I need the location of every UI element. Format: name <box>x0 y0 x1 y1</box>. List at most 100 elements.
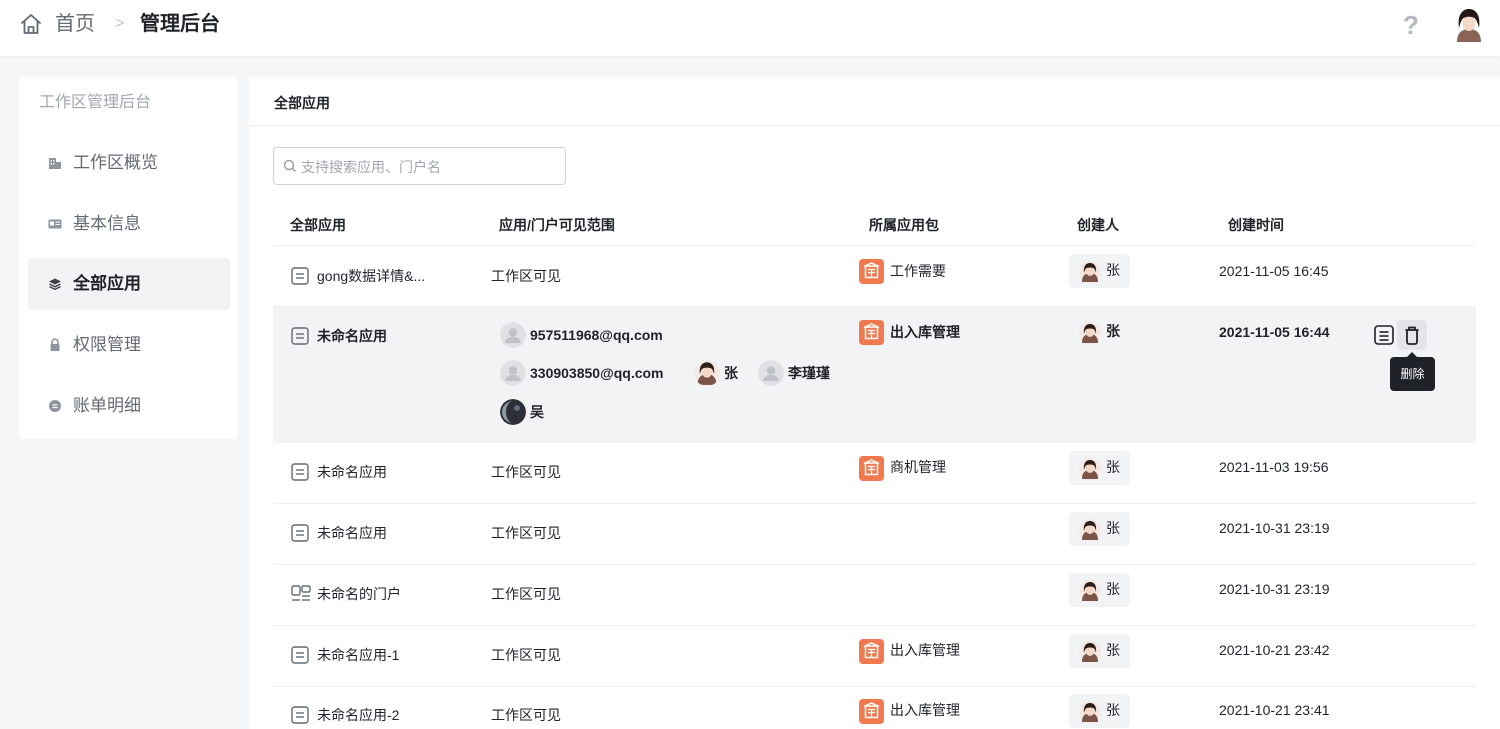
member-name: 张 <box>724 365 738 381</box>
creator-avatar <box>1079 458 1101 480</box>
default-avatar-icon <box>500 360 526 386</box>
building-icon <box>49 158 61 169</box>
creator-name: 张 <box>1106 642 1120 658</box>
creator-name: 张 <box>1106 323 1120 339</box>
created-time: 2021-10-31 23:19 <box>1219 581 1330 597</box>
scope-text: 工作区可见 <box>491 268 561 284</box>
creator-tag: 张 <box>1069 512 1130 546</box>
detail-icon[interactable] <box>1371 320 1397 350</box>
column-header-scope: 应用/门户可见范围 <box>499 217 615 233</box>
created-time: 2021-10-21 23:42 <box>1219 642 1330 658</box>
created-time: 2021-10-21 23:41 <box>1219 702 1330 718</box>
created-time: 2021-11-05 16:44 <box>1219 324 1330 340</box>
search-icon <box>283 159 296 172</box>
user-avatar[interactable] <box>1453 6 1485 42</box>
sidebar-title: 工作区管理后台 <box>39 94 152 111</box>
table-row[interactable]: 未命名应用-2 工作区可见 出入库管理 张 2021-10-21 23:41 <box>273 687 1476 729</box>
scope-text: 工作区可见 <box>491 464 561 480</box>
package-name: 出入库管理 <box>890 642 960 658</box>
portal-icon <box>291 585 311 603</box>
sidebar-item-overview[interactable]: 工作区概览 <box>28 137 230 189</box>
package-icon <box>859 456 884 481</box>
member-avatar <box>500 399 526 425</box>
search-box[interactable] <box>273 147 566 185</box>
table-row[interactable]: 未命名的门户 工作区可见 张 2021-10-31 23:19 <box>273 565 1476 626</box>
package-name: 出入库管理 <box>890 702 960 718</box>
sidebar-item-permissions[interactable]: 权限管理 <box>28 319 230 371</box>
table-row[interactable]: 未命名应用 957511968@qq.com 330903850@qq.com … <box>273 307 1476 443</box>
package-name: 工作需要 <box>890 263 946 279</box>
creator-name: 张 <box>1106 520 1120 536</box>
sidebar-item-label: 权限管理 <box>73 335 141 354</box>
creator-tag: 张 <box>1069 573 1130 607</box>
creator-name: 张 <box>1106 262 1120 278</box>
creator-tag: 张 <box>1069 315 1130 349</box>
column-header-creator: 创建人 <box>1077 217 1119 233</box>
creator-name: 张 <box>1106 581 1120 597</box>
sidebar-item-label: 账单明细 <box>73 396 141 415</box>
coin-icon <box>49 400 61 412</box>
creator-tag: 张 <box>1069 694 1130 728</box>
member-avatar <box>694 360 720 386</box>
sidebar-item-billing[interactable]: 账单明细 <box>28 380 230 432</box>
sidebar-item-all-apps[interactable]: 全部应用 <box>28 258 230 310</box>
package-icon <box>859 259 884 284</box>
package-icon <box>859 699 884 724</box>
created-time: 2021-10-31 23:19 <box>1219 520 1330 536</box>
breadcrumb-home[interactable]: 首页 <box>55 11 95 37</box>
divider <box>249 125 1500 126</box>
sidebar-item-basic-info[interactable]: 基本信息 <box>28 198 230 250</box>
column-header-app: 全部应用 <box>290 217 346 233</box>
member-name: 吴 <box>530 404 544 420</box>
table-row[interactable]: 未命名应用-1 工作区可见 出入库管理 张 2021-10-21 23:42 <box>273 626 1476 687</box>
portal-name[interactable]: 未命名的门户 <box>317 584 401 604</box>
app-name[interactable]: 未命名应用 <box>317 523 387 543</box>
app-icon <box>291 267 309 285</box>
package-icon <box>859 639 884 664</box>
app-name[interactable]: 未命名应用-2 <box>317 705 399 725</box>
app-name[interactable]: 未命名应用 <box>317 462 387 482</box>
page-title: 全部应用 <box>274 95 330 111</box>
scope-text: 工作区可见 <box>491 525 561 541</box>
creator-tag: 张 <box>1069 254 1130 288</box>
creator-tag: 张 <box>1069 634 1130 668</box>
app-name[interactable]: gong数据详情&... <box>317 266 425 286</box>
created-time: 2021-11-03 19:56 <box>1219 459 1329 475</box>
app-icon <box>291 327 309 345</box>
app-name[interactable]: 未命名应用 <box>317 326 387 346</box>
scope-text: 工作区可见 <box>491 707 561 723</box>
top-header: 首页 > 管理后台 ? <box>0 0 1500 56</box>
breadcrumb-current: 管理后台 <box>140 13 220 35</box>
delete-tooltip: 删除 <box>1390 357 1435 391</box>
creator-avatar <box>1079 641 1101 663</box>
table-row[interactable]: 未命名应用 工作区可见 张 2021-10-31 23:19 <box>273 504 1476 565</box>
creator-name: 张 <box>1106 702 1120 718</box>
creator-avatar <box>1079 261 1101 283</box>
package-icon <box>859 320 884 345</box>
creator-avatar <box>1079 322 1101 344</box>
delete-button[interactable] <box>1397 320 1427 350</box>
sidebar-item-label: 工作区概览 <box>73 153 158 172</box>
member-name: 李瑾瑾 <box>788 365 830 381</box>
member-name: 957511968@qq.com <box>530 327 663 343</box>
creator-name: 张 <box>1106 459 1120 475</box>
layers-icon <box>49 278 61 291</box>
table-row[interactable]: gong数据详情&... 工作区可见 工作需要 张 2021-11-05 16:… <box>273 246 1476 307</box>
home-icon[interactable] <box>18 11 44 37</box>
search-input[interactable] <box>301 157 561 177</box>
member-name: 330903850@qq.com <box>530 365 664 381</box>
table-row[interactable]: 未命名应用 工作区可见 商机管理 张 2021-11-03 19:56 <box>273 443 1476 504</box>
scope-text: 工作区可见 <box>491 586 561 602</box>
app-icon <box>291 706 309 724</box>
main-panel: 全部应用 全部应用 应用/门户可见范围 所属应用包 创建人 创建时间 gong数… <box>249 77 1500 729</box>
app-icon <box>291 524 309 542</box>
help-icon[interactable]: ? <box>1400 10 1422 40</box>
app-icon <box>291 646 309 664</box>
app-name[interactable]: 未命名应用-1 <box>317 645 399 665</box>
trash-icon <box>1405 326 1419 345</box>
column-header-time: 创建时间 <box>1228 217 1284 233</box>
default-avatar-icon <box>758 360 784 386</box>
creator-tag: 张 <box>1069 451 1130 485</box>
lock-icon <box>50 338 60 351</box>
creator-avatar <box>1079 519 1101 541</box>
